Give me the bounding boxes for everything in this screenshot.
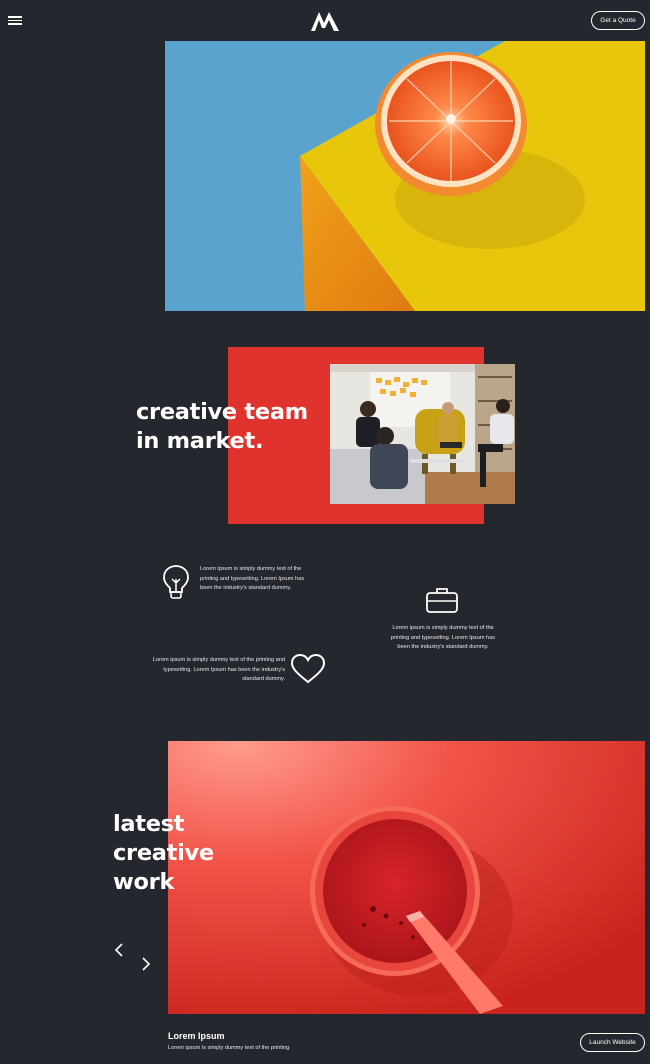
feature-text-1: Lorem ipsum is simply dummy text of the …	[200, 566, 305, 591]
chevron-left-icon[interactable]	[113, 942, 125, 958]
menu-icon[interactable]	[8, 14, 22, 28]
work-item-name: Lorem Ipsum	[168, 1031, 225, 1041]
work-item-description: Lorem ipsum is simply dummy text of the …	[168, 1045, 290, 1051]
team-heading-line2: in market.	[136, 428, 264, 454]
feature-text-3: Lorem ipsum is simply dummy text of the …	[152, 657, 285, 682]
brand-logo[interactable]	[310, 10, 340, 32]
work-heading-line2: creative	[113, 840, 214, 866]
team-heading: creative team in market.	[136, 398, 356, 456]
heart-icon	[290, 653, 326, 684]
hero-image	[165, 41, 645, 311]
work-heading-line3: work	[113, 869, 175, 895]
team-heading-line1: creative team	[136, 399, 308, 425]
lightbulb-icon	[163, 565, 189, 599]
get-quote-button[interactable]: Get a Quote	[591, 11, 645, 30]
work-heading: latest creative work	[113, 810, 263, 897]
briefcase-icon	[426, 588, 458, 613]
chevron-right-icon[interactable]	[140, 956, 152, 972]
work-heading-line1: latest	[113, 811, 185, 837]
team-photo	[330, 364, 515, 504]
launch-website-button[interactable]: Launch Website	[580, 1033, 645, 1052]
feature-text-2: Lorem ipsum is simply dummy text of the …	[390, 625, 496, 650]
